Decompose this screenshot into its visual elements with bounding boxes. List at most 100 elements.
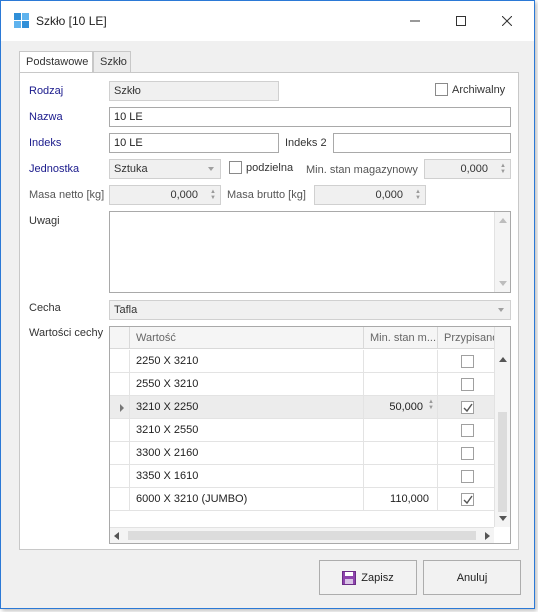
scroll-up-icon[interactable] — [499, 357, 507, 362]
spinner-icon[interactable]: ▲ ▼ — [209, 189, 217, 201]
save-icon — [342, 570, 357, 585]
row-indicator-cell — [110, 442, 130, 465]
scroll-left-icon[interactable] — [114, 532, 119, 540]
cell-min-stan-value: 50,000 — [389, 401, 423, 413]
wartosci-grid: Wartość Min. stan m... Przypisano 2250 X… — [109, 326, 511, 544]
scroll-up-icon[interactable] — [499, 218, 507, 223]
column-header-wartosc[interactable]: Wartość — [130, 327, 364, 349]
spinner-icon[interactable]: ▲ ▼ — [499, 163, 507, 175]
cell-wartosc[interactable]: 3300 X 2160 — [130, 442, 364, 465]
nazwa-label: Nazwa — [29, 111, 63, 123]
cell-min-stan[interactable] — [364, 442, 438, 465]
cell-min-stan[interactable]: 50,000 ▲ ▼ — [364, 396, 438, 419]
cell-przypisano — [438, 419, 498, 442]
table-row[interactable]: 6000 X 3210 (JUMBO) 110,000 — [110, 488, 498, 511]
save-label: Zapisz — [361, 571, 394, 584]
podzielna-checkbox[interactable] — [229, 161, 242, 174]
cell-min-stan[interactable] — [364, 350, 438, 373]
row-indicator-cell — [110, 465, 130, 488]
close-button[interactable] — [484, 1, 530, 41]
column-header-przypisano[interactable]: Przypisano — [438, 327, 498, 349]
jednostka-value: Sztuka — [114, 163, 148, 175]
min-stan-label: Min. stan magazynowy — [306, 164, 418, 176]
jednostka-label: Jednostka — [29, 163, 80, 175]
check-icon — [463, 495, 473, 505]
cecha-select[interactable]: Tafla — [109, 300, 511, 320]
cell-min-stan[interactable]: 110,000 — [364, 488, 438, 511]
checked-checkbox[interactable] — [461, 401, 474, 414]
table-row[interactable]: 3350 X 1610 — [110, 465, 498, 488]
grid-hscrollbar[interactable] — [110, 527, 494, 543]
window-title: Szkło [10 LE] — [36, 14, 107, 28]
masa-brutto-value: 0,000 — [375, 189, 403, 201]
check-icon — [463, 403, 473, 413]
cecha-label: Cecha — [29, 302, 61, 314]
grid-vscrollbar[interactable] — [494, 327, 510, 527]
chevron-down-icon — [498, 308, 504, 312]
row-indicator-cell — [110, 396, 130, 419]
grid-header: Wartość Min. stan m... Przypisano — [110, 327, 498, 349]
scroll-down-icon[interactable] — [499, 516, 507, 521]
cell-min-stan[interactable] — [364, 465, 438, 488]
tab-szklo[interactable]: Szkło — [93, 51, 131, 73]
unchecked-checkbox[interactable] — [461, 424, 474, 437]
scroll-thumb[interactable] — [498, 412, 507, 512]
minimize-icon — [410, 20, 420, 22]
cell-wartosc[interactable]: 3350 X 1610 — [130, 465, 364, 488]
spinner-icon[interactable]: ▲ ▼ — [427, 399, 435, 411]
unchecked-checkbox[interactable] — [461, 470, 474, 483]
cancel-button[interactable]: Anuluj — [423, 560, 521, 595]
table-row[interactable]: 2550 X 3210 — [110, 373, 498, 396]
tab-podstawowe[interactable]: Podstawowe — [19, 51, 93, 74]
table-row[interactable]: 2250 X 3210 — [110, 350, 498, 373]
nazwa-input[interactable]: 10 LE — [109, 107, 511, 127]
scroll-right-icon[interactable] — [485, 532, 490, 540]
row-indicator-cell — [110, 488, 130, 511]
masa-netto-label: Masa netto [kg] — [29, 189, 105, 201]
jednostka-select[interactable]: Sztuka — [109, 159, 221, 179]
unchecked-checkbox[interactable] — [461, 355, 474, 368]
chevron-down-icon — [208, 167, 214, 171]
maximize-button[interactable] — [438, 1, 484, 41]
cell-wartosc[interactable]: 2250 X 3210 — [130, 350, 364, 373]
table-row[interactable]: 3210 X 2550 — [110, 419, 498, 442]
cell-wartosc[interactable]: 3210 X 2550 — [130, 419, 364, 442]
indeks2-input[interactable] — [333, 133, 511, 153]
masa-brutto-label: Masa brutto [kg] — [227, 189, 306, 201]
row-indicator-cell — [110, 350, 130, 373]
hscroll-thumb[interactable] — [128, 531, 476, 540]
scroll-down-icon[interactable] — [499, 281, 507, 286]
min-stan-input[interactable]: 0,000 ▲ ▼ — [424, 159, 511, 179]
rodzaj-label: Rodzaj — [29, 85, 64, 97]
cell-wartosc[interactable]: 6000 X 3210 (JUMBO) — [130, 488, 364, 511]
table-row[interactable]: 3300 X 2160 — [110, 442, 498, 465]
masa-netto-input[interactable]: 0,000 ▲ ▼ — [109, 185, 221, 205]
cell-wartosc[interactable]: 3210 X 2250 — [130, 396, 364, 419]
save-button[interactable]: Zapisz — [319, 560, 417, 595]
column-header-min-stan[interactable]: Min. stan m... — [364, 327, 438, 349]
row-indicator-icon — [120, 404, 124, 412]
cell-wartosc[interactable]: 2550 X 3210 — [130, 373, 364, 396]
uwagi-textarea[interactable] — [109, 211, 511, 293]
unchecked-checkbox[interactable] — [461, 378, 474, 391]
maximize-icon — [456, 16, 466, 26]
table-row[interactable]: 3210 X 2250 50,000 ▲ ▼ — [110, 396, 498, 419]
unchecked-checkbox[interactable] — [461, 447, 474, 460]
checked-checkbox[interactable] — [461, 493, 474, 506]
min-stan-value: 0,000 — [460, 163, 488, 175]
masa-brutto-input[interactable]: 0,000 ▲ ▼ — [314, 185, 426, 205]
title-bar: Szkło [10 LE] — [1, 1, 534, 41]
archiwalny-checkbox[interactable] — [435, 83, 448, 96]
minimize-button[interactable] — [392, 1, 438, 41]
uwagi-scrollbar[interactable] — [494, 212, 510, 292]
row-indicator-cell — [110, 419, 130, 442]
cell-przypisano — [438, 396, 498, 419]
wartosci-label: Wartości cechy — [29, 327, 104, 339]
cell-min-stan[interactable] — [364, 419, 438, 442]
indeks-input[interactable]: 10 LE — [109, 133, 279, 153]
uwagi-label: Uwagi — [29, 215, 60, 227]
cell-przypisano — [438, 373, 498, 396]
cecha-value: Tafla — [114, 304, 138, 316]
cell-min-stan[interactable] — [364, 373, 438, 396]
spinner-icon[interactable]: ▲ ▼ — [414, 189, 422, 201]
